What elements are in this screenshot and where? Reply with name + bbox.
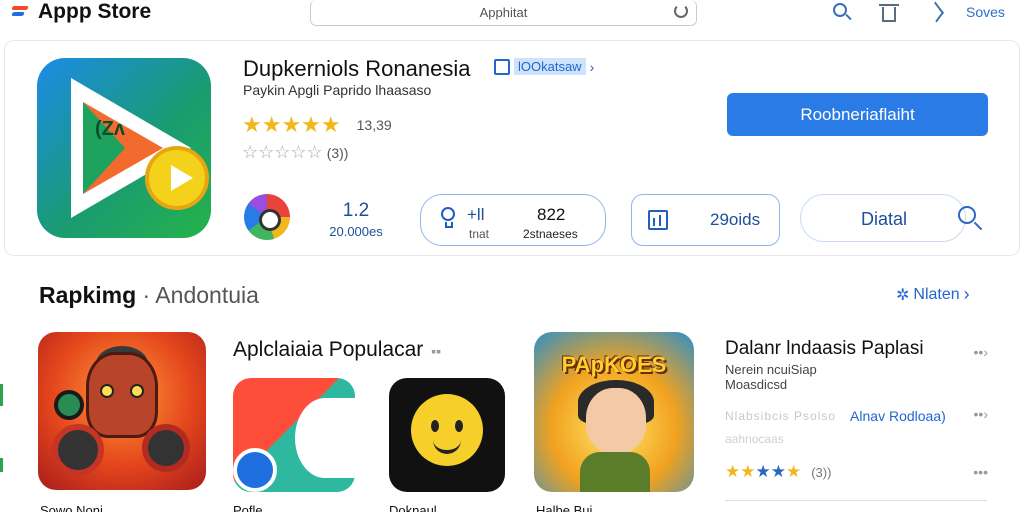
edge-marker <box>0 458 3 472</box>
tile-name[interactable]: Pofle <box>233 503 263 512</box>
app-icon: (Zᴧ <box>37 58 211 238</box>
pill-stat-b-label: 2stnaeses <box>523 227 578 241</box>
badge-icon <box>494 58 510 75</box>
secondary-rating-row[interactable]: ☆☆☆☆☆ (3)) <box>242 142 348 163</box>
list-rating-row: ★★ ★★ ★ (3)) <box>725 462 831 482</box>
rating-stars: ★★★★★ <box>242 112 341 137</box>
empty-stars[interactable]: ☆☆☆☆☆ <box>242 142 323 163</box>
blurred-text: aahnocaas <box>725 432 784 446</box>
secondary-count: (3)) <box>326 144 349 161</box>
game-tile-papkoes[interactable]: PApKOES <box>534 332 694 492</box>
list-rating-count: (3)) <box>811 464 832 480</box>
get-app-button[interactable]: Roobneriaflaiht <box>727 93 988 136</box>
list-sub-line-2: Moasdicsd <box>725 377 788 392</box>
more-icon[interactable]: ••• <box>973 464 988 480</box>
section-title-bold: Rapkimg <box>39 282 137 308</box>
refresh-icon[interactable] <box>674 4 688 18</box>
saves-link[interactable]: Soves <box>966 4 1005 20</box>
list-sub-line-1: Nerein ncuiSiap <box>725 362 817 377</box>
popular-label: Aplclaiaia Populacar <box>233 338 424 361</box>
stars-gold: ★★ <box>725 462 756 481</box>
list-title[interactable]: Dalanr lndaasis Paplasi <box>725 338 924 360</box>
magnifier-icon[interactable] <box>958 206 986 234</box>
search-text[interactable]: Apphitat <box>311 5 696 20</box>
app-subtitle: Paykin Apgli Paprido lhaasaso <box>243 82 432 98</box>
trash-icon[interactable] <box>878 2 900 24</box>
tile-name[interactable]: Sowo Noni <box>40 503 103 512</box>
popular-heading: Aplclaiaia Populacar ▪▪ <box>233 338 441 362</box>
see-all-label: Nlaten <box>913 285 960 303</box>
score-stat: 1.2 20.000es <box>326 200 386 239</box>
search-icon[interactable] <box>832 2 854 24</box>
score-value: 1.2 <box>342 200 370 221</box>
stats-pill[interactable]: +ll tnat 822 2stnaeses <box>420 194 606 246</box>
blurred-text: Nlabsibcis Psolso <box>725 409 837 423</box>
section-see-all-link[interactable]: ✲ Nlaten › <box>896 284 970 305</box>
play-icon <box>145 146 209 210</box>
app-store-title: Appp Store <box>38 0 152 23</box>
tile-name[interactable]: Halbe Bui <box>536 503 592 512</box>
section-title-rest: · Andontuia <box>142 282 259 308</box>
top-bar: Appp Store Apphitat Soves <box>0 0 1024 34</box>
stars-blue: ★★ <box>755 462 786 481</box>
game-tile-logo-text: PApKOES <box>561 352 667 377</box>
details-label: Diatal <box>861 209 908 229</box>
app-name: Dupkerniols Ronanesia <box>243 56 471 81</box>
list-row: Nlabsibcis Psolso Alnav Rodloaa) <box>725 408 946 424</box>
tile-name[interactable]: Doknaul <box>389 503 437 512</box>
pill-stat-b: 822 <box>537 205 566 224</box>
pill-stat-a-label: tnat <box>469 227 490 241</box>
more-icon[interactable]: ••› <box>974 344 988 360</box>
chart-icon <box>648 210 668 230</box>
share-icon[interactable] <box>926 1 948 24</box>
score-label: 20.000es <box>329 224 383 239</box>
location-pin-icon <box>441 207 455 221</box>
pill-stat-a: +ll <box>467 205 485 224</box>
app-tile-smiley[interactable] <box>389 378 505 492</box>
divider <box>725 500 987 501</box>
color-ring-icon <box>244 194 290 240</box>
list-subtitle: Nerein ncuiSiap Moasdicsd <box>725 362 817 392</box>
list-link[interactable]: Alnav Rodloaa) <box>850 408 946 424</box>
app-tile-colorful[interactable] <box>233 378 355 492</box>
size-label: 29oids <box>710 210 761 229</box>
more-icon[interactable]: ••› <box>974 406 988 422</box>
app-store-brand[interactable]: Appp Store <box>10 0 151 24</box>
section-title: Rapkimg · Andontuia <box>39 282 259 309</box>
stars-gold-2: ★ <box>785 462 802 481</box>
app-store-logo-icon <box>10 3 32 21</box>
rating-row: ★★★★★ 13,39 <box>242 112 392 138</box>
badge-label: lOOkatsaw <box>514 58 586 75</box>
edge-marker <box>0 384 3 406</box>
rating-value: 13,39 <box>356 117 392 133</box>
star-gear-icon: ✲ <box>896 286 910 304</box>
app-badge[interactable]: lOOkatsaw › <box>494 58 594 75</box>
game-tile-robot[interactable] <box>38 332 206 490</box>
details-pill[interactable]: Diatal <box>800 194 966 242</box>
chevron-right-icon: › <box>963 284 970 304</box>
chevron-right-icon: › <box>589 58 595 75</box>
more-dots-icon[interactable]: ▪▪ <box>431 343 441 359</box>
size-pill[interactable]: 29oids <box>631 194 780 246</box>
search-bar[interactable]: Apphitat <box>310 0 697 26</box>
